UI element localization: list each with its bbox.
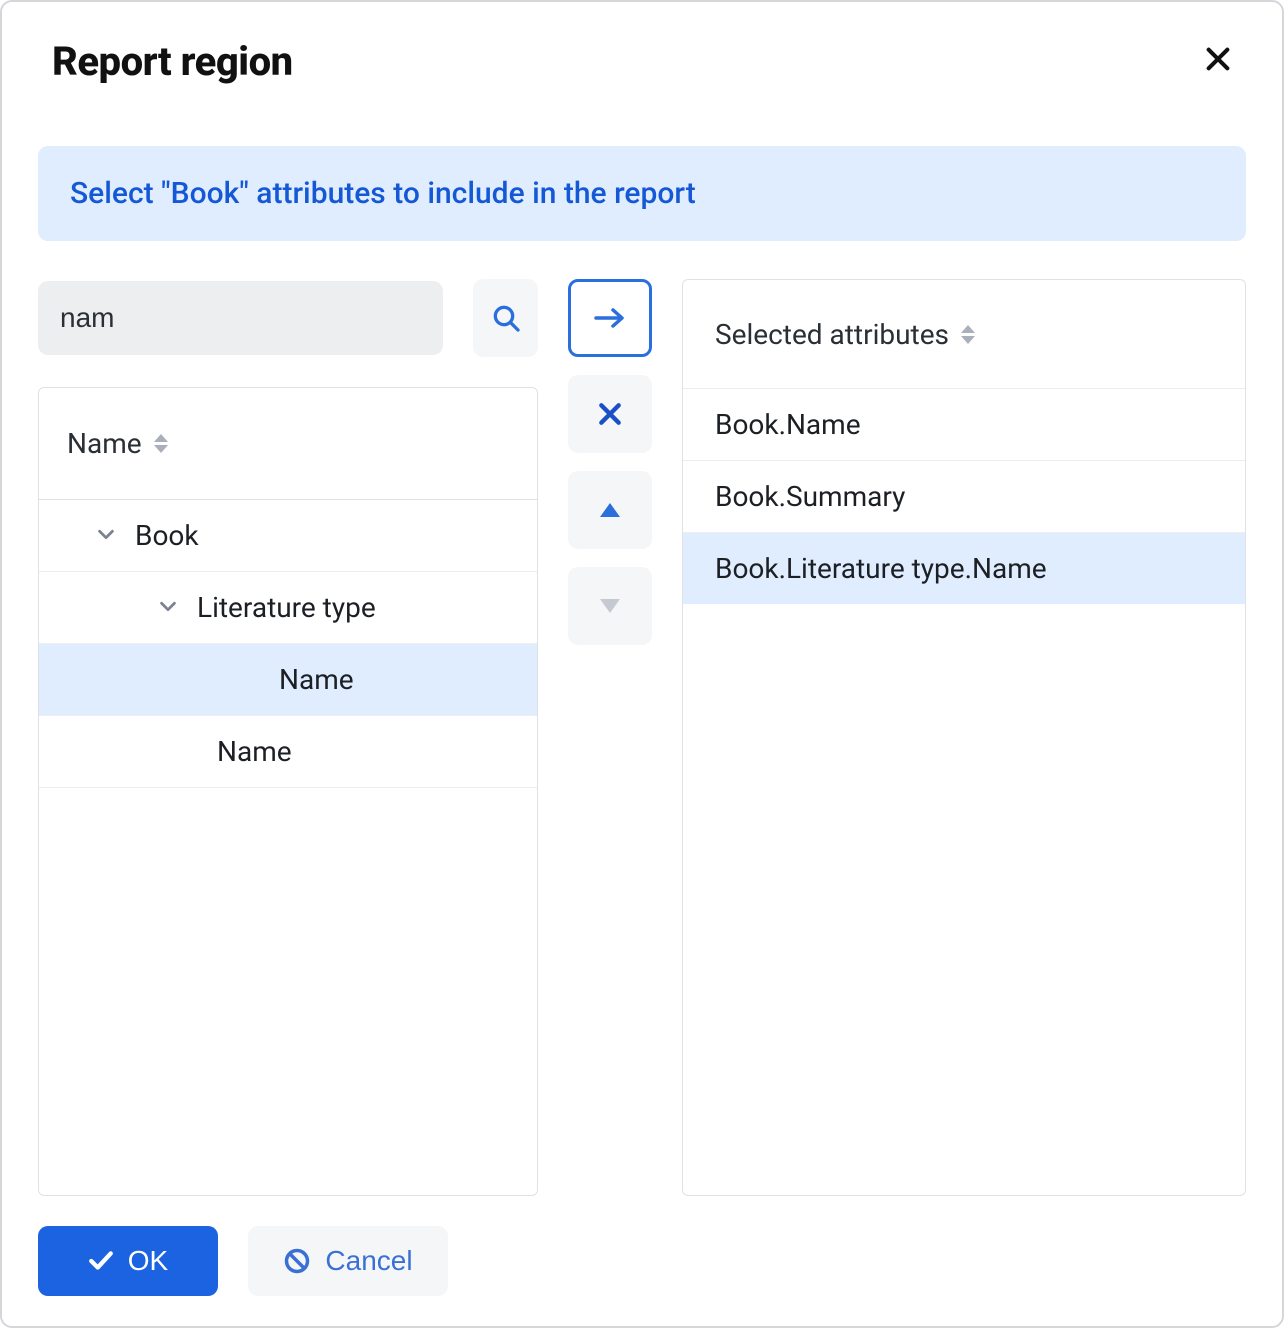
dialog-footer: OK Cancel (2, 1196, 1282, 1326)
search-row (38, 279, 538, 357)
chevron-down-icon (95, 519, 117, 552)
remove-attribute-button[interactable] (568, 375, 652, 453)
selected-list: Book.Name Book.Summary Book.Literature t… (683, 388, 1245, 1195)
tree-row-label: Book (135, 519, 199, 552)
sort-icon (154, 434, 168, 453)
selected-item-book-name[interactable]: Book.Name (683, 388, 1245, 460)
sort-icon (961, 325, 975, 344)
tree-row-book-name[interactable]: Name (39, 716, 537, 788)
dialog-title: Report region (52, 38, 293, 85)
arrow-right-icon (593, 304, 627, 332)
tree-body: Book Literature type Name Name (39, 500, 537, 1195)
selected-header-label: Selected attributes (715, 318, 949, 351)
move-down-button[interactable] (568, 567, 652, 645)
selected-item-label: Book.Name (715, 408, 861, 441)
tree-row-lit-type-name[interactable]: Name (39, 644, 537, 716)
move-up-button[interactable] (568, 471, 652, 549)
close-icon[interactable] (1196, 36, 1240, 86)
selected-attributes-panel: Selected attributes Book.Name Book.Summa… (682, 279, 1246, 1196)
selected-item-book-lit-type-name[interactable]: Book.Literature type.Name (683, 532, 1245, 604)
dialog-body: Name Book (2, 241, 1282, 1196)
cancel-icon (283, 1247, 311, 1275)
selected-item-book-summary[interactable]: Book.Summary (683, 460, 1245, 532)
tree-row-label: Literature type (197, 591, 376, 624)
tree-row-label: Name (217, 735, 292, 768)
dialog-header: Report region (2, 2, 1282, 96)
check-icon (88, 1250, 114, 1272)
cancel-button-label: Cancel (325, 1245, 412, 1277)
report-region-dialog: Report region Select "Book" attributes t… (0, 0, 1284, 1328)
available-attributes-panel: Name Book (38, 279, 538, 1196)
selected-item-label: Book.Literature type.Name (715, 552, 1047, 585)
chevron-down-icon (157, 591, 179, 624)
search-input[interactable] (38, 281, 443, 355)
cancel-button[interactable]: Cancel (248, 1226, 448, 1296)
attribute-tree: Name Book (38, 387, 538, 1196)
close-icon (597, 401, 623, 427)
search-icon (490, 302, 522, 334)
add-attribute-button[interactable] (568, 279, 652, 357)
selected-column-header[interactable]: Selected attributes (683, 280, 1245, 388)
ok-button-label: OK (128, 1245, 168, 1277)
tree-column-header[interactable]: Name (39, 388, 537, 500)
info-banner: Select "Book" attributes to include in t… (38, 146, 1246, 241)
triangle-down-icon (599, 597, 621, 615)
selected-item-label: Book.Summary (715, 480, 905, 513)
tree-header-label: Name (67, 427, 142, 460)
tree-row-label: Name (279, 663, 354, 696)
ok-button[interactable]: OK (38, 1226, 218, 1296)
triangle-up-icon (599, 501, 621, 519)
search-button[interactable] (473, 279, 538, 357)
tree-row-book[interactable]: Book (39, 500, 537, 572)
transfer-buttons (568, 279, 652, 1196)
tree-row-literature-type[interactable]: Literature type (39, 572, 537, 644)
